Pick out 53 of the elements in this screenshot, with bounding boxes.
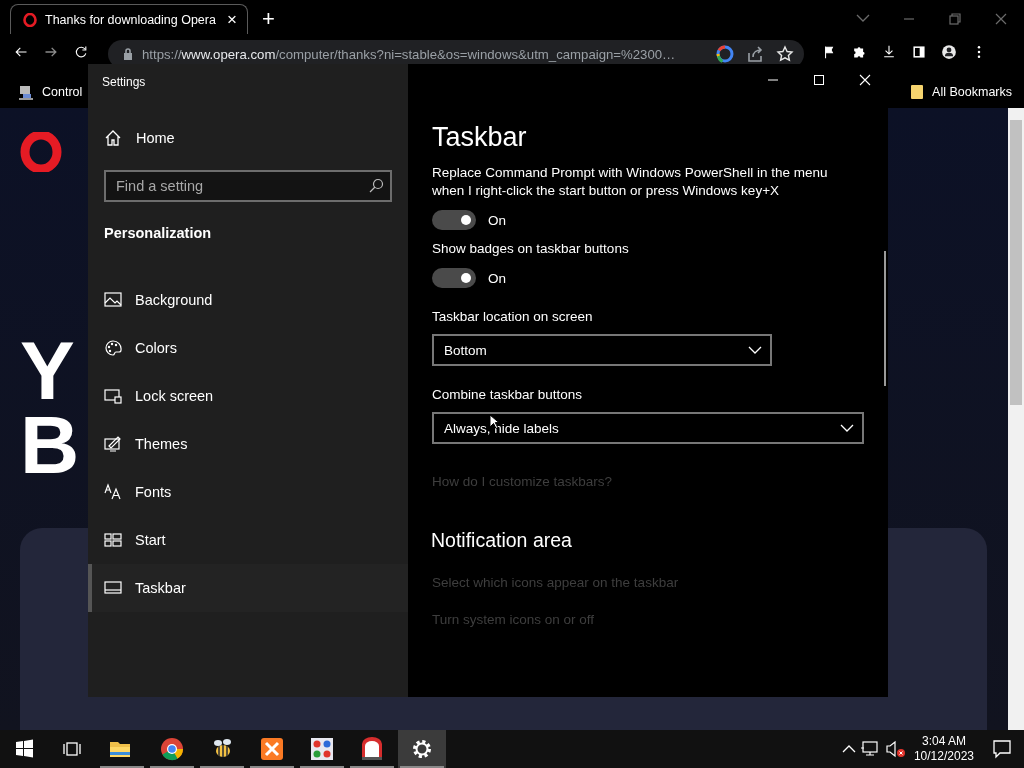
headline: Y B: [20, 334, 80, 482]
nav-item[interactable]: Start: [88, 516, 408, 564]
chevron-down-icon: [840, 424, 854, 432]
nav-item[interactable]: Fonts: [88, 468, 408, 516]
monitor-brush-icon: [104, 435, 122, 453]
clock[interactable]: 3:04 AM 10/12/2023: [907, 734, 980, 764]
star-icon[interactable]: [776, 45, 794, 63]
close-tab-button[interactable]: ×: [225, 11, 239, 28]
opera-logo-icon: [23, 12, 37, 27]
browser-tab[interactable]: Thanks for downloading Opera ×: [10, 4, 248, 34]
picture-icon: [104, 291, 122, 309]
tiles-icon: [104, 531, 122, 549]
scrollbar[interactable]: [884, 251, 886, 386]
chevron-down-icon: [748, 346, 762, 354]
dropdown[interactable]: Bottom: [432, 334, 772, 366]
nav-item[interactable]: Taskbar: [88, 564, 408, 612]
new-tab-button[interactable]: +: [252, 6, 285, 32]
share-icon[interactable]: [746, 45, 764, 63]
bookmark-item[interactable]: Control: [14, 82, 87, 102]
taskbar-icon: [104, 579, 122, 597]
toggle-state: On: [488, 270, 506, 286]
all-bookmarks-button[interactable]: All Bookmarks: [906, 82, 1016, 102]
toggle-switch[interactable]: [432, 210, 476, 230]
nav-item[interactable]: Themes: [88, 420, 408, 468]
computer-icon: [18, 84, 34, 100]
window-title: Settings: [102, 75, 147, 89]
folder-icon: [910, 84, 925, 100]
setting-label: Taskbar location on screen: [432, 308, 594, 326]
search-field[interactable]: Find a setting: [104, 170, 392, 202]
fonts-icon: [104, 483, 122, 501]
palette-icon: [104, 339, 122, 357]
search-icon[interactable]: [368, 178, 384, 194]
setting-label: Combine taskbar buttons: [432, 386, 584, 404]
tab-title: Thanks for downloading Opera: [45, 12, 217, 27]
toggle-switch[interactable]: [432, 268, 476, 288]
section-title: Personalization: [104, 225, 213, 241]
nav-item[interactable]: Background: [88, 276, 408, 324]
home-icon: [104, 129, 122, 147]
gear-icon[interactable]: [398, 730, 446, 768]
section-heading: Notification area: [431, 529, 572, 552]
nav-item[interactable]: Colors: [88, 324, 408, 372]
toggle-state: On: [488, 212, 506, 228]
nav-item[interactable]: Lock screen: [88, 372, 408, 420]
nav-item[interactable]: Home: [88, 118, 408, 158]
opera-logo-icon: [20, 132, 62, 172]
page-heading: Taskbar: [432, 121, 527, 154]
setting-label: Replace Command Prompt with Windows PowerShell in the menu when I right-click the start button or press Windows key+X: [432, 164, 829, 200]
lock-icon: [122, 47, 134, 61]
url-text: https://www.opera.com/computer/thanks?ni=stable&os=windows&utm_campaign=%2300…: [142, 46, 677, 62]
scrollbar[interactable]: [1008, 108, 1024, 730]
google-icon[interactable]: [716, 45, 734, 63]
lock-screen-icon: [104, 387, 122, 405]
setting-label: Show badges on taskbar buttons: [432, 240, 630, 258]
